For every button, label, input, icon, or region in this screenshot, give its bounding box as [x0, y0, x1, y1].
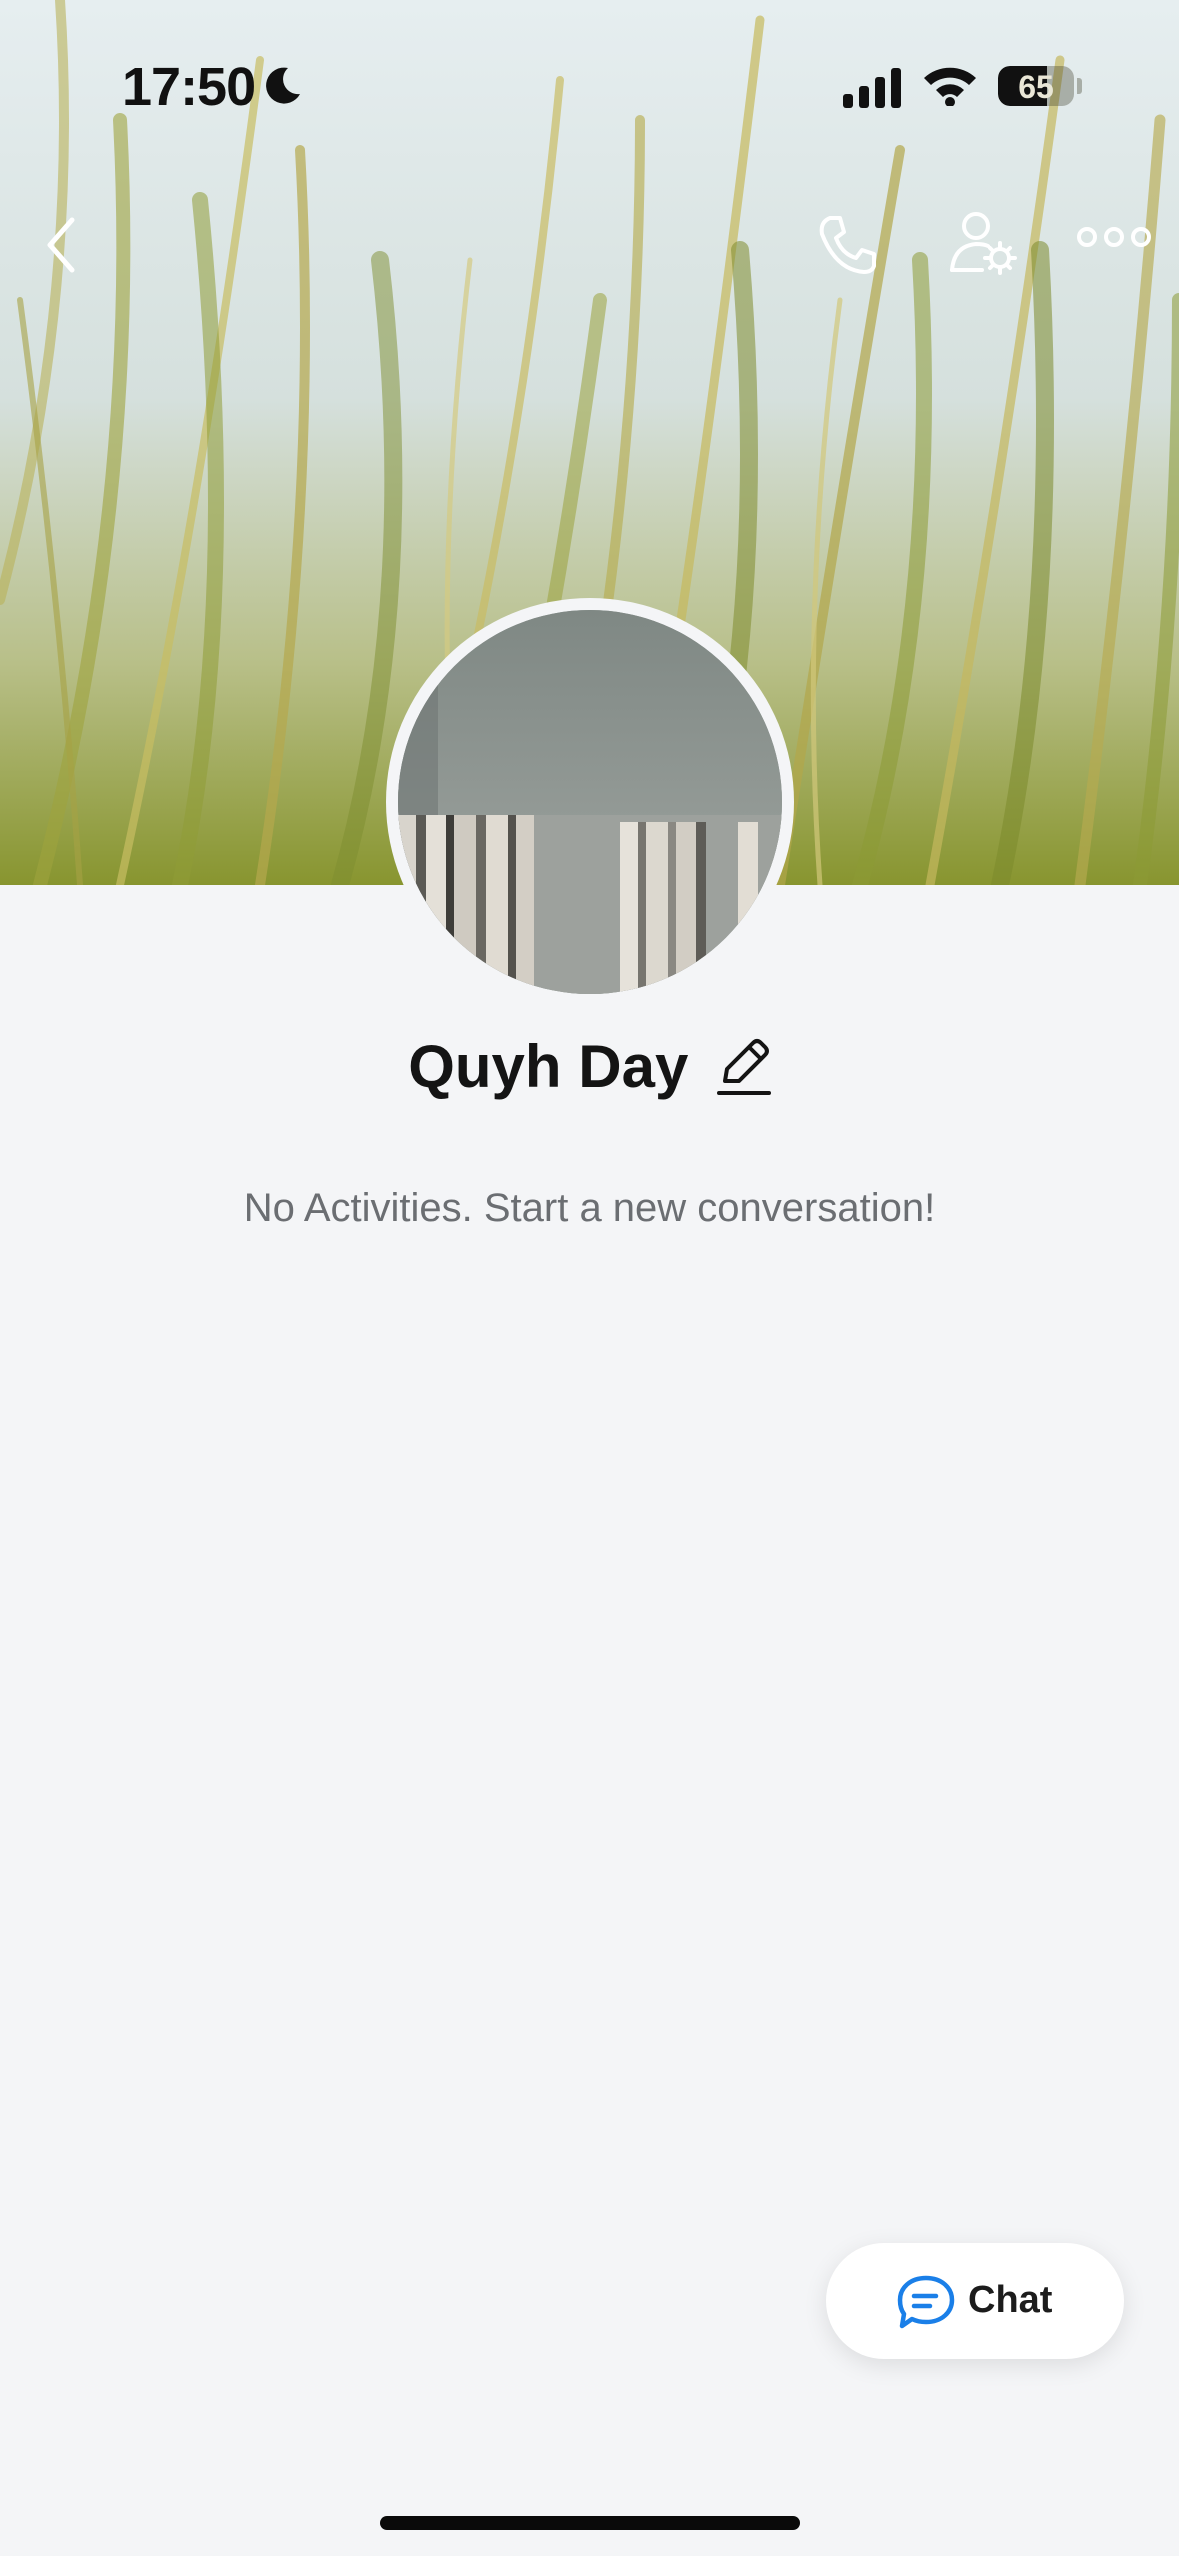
home-indicator[interactable] [380, 2516, 800, 2530]
phone-icon[interactable] [812, 210, 882, 280]
avatar-photo [398, 610, 782, 994]
user-settings-icon[interactable] [948, 208, 1018, 278]
profile-name: Quyh Day [408, 1033, 689, 1100]
more-icon[interactable] [1076, 222, 1152, 252]
avatar[interactable] [386, 598, 794, 1006]
chat-bubble-icon [897, 2275, 955, 2329]
edit-name-icon[interactable] [716, 1035, 771, 1099]
profile-name-row: Quyh Day [0, 1032, 1179, 1112]
status-bar: 17:50 65 [0, 0, 1179, 150]
battery-cap [1077, 78, 1082, 94]
battery-indicator: 65 [998, 66, 1074, 106]
chat-button-label: Chat [968, 2279, 1053, 2321]
back-icon[interactable] [36, 210, 86, 280]
empty-state-message: No Activities. Start a new conversation! [243, 1186, 936, 1230]
chat-button[interactable]: Chat [826, 2243, 1124, 2359]
wifi-icon [924, 67, 976, 106]
battery-level: 65 [1018, 69, 1054, 105]
moon-icon [266, 67, 300, 104]
status-time: 17:50 [122, 57, 256, 117]
signal-icon [843, 68, 901, 108]
